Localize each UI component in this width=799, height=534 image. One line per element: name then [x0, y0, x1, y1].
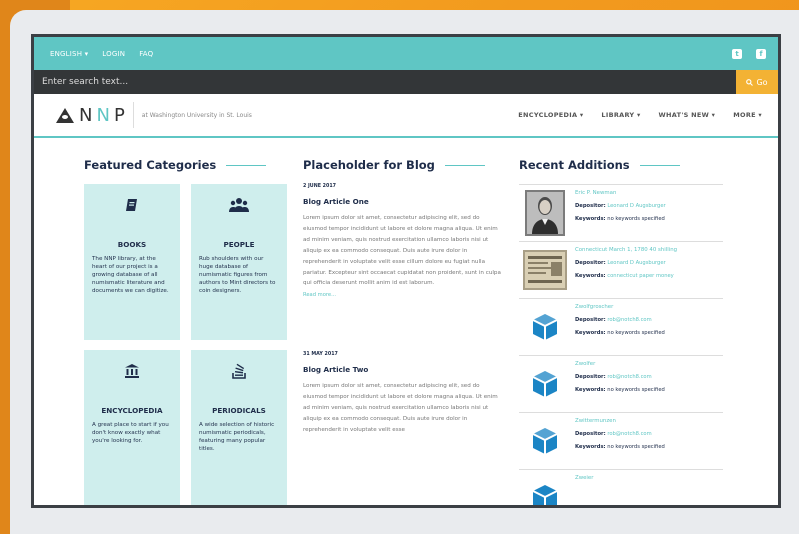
- login-link[interactable]: LOGIN: [102, 50, 125, 58]
- list-item[interactable]: Zwittermunzen Depositor: rob@notch8.com …: [519, 413, 723, 470]
- search-bar: Go: [34, 70, 778, 94]
- people-icon: [199, 194, 279, 216]
- blog-excerpt: Lorem ipsum dolor sit amet, consectetur …: [303, 383, 498, 433]
- logo-letter-n2: N: [96, 104, 114, 126]
- nav-more[interactable]: MORE ▾: [733, 111, 762, 119]
- depositor-link[interactable]: Leonard D Augsburger: [607, 203, 665, 209]
- blog-excerpt: Lorem ipsum dolor sit amet, consectetur …: [303, 215, 501, 287]
- twitter-icon[interactable]: t: [732, 48, 742, 59]
- item-title-link[interactable]: Eric P. Newman: [575, 190, 666, 196]
- box-icon[interactable]: [523, 304, 567, 350]
- item-title-link[interactable]: Zwittermunzen: [575, 418, 665, 424]
- blog-date: 2 JUNE 2017: [303, 184, 336, 189]
- recent-additions: Recent Additions Eric P. Newman Deposito…: [519, 158, 723, 505]
- list-item[interactable]: Zweier: [519, 470, 723, 505]
- site-header: NNP at Washington University in St. Loui…: [34, 94, 778, 138]
- keywords-value: no keywords specified: [607, 216, 665, 222]
- logo-letter-p: P: [113, 104, 129, 126]
- nav-whats-new[interactable]: WHAT'S NEW ▾: [659, 111, 716, 119]
- featured-categories: Featured Categories BOOKS The NNP librar…: [84, 158, 303, 505]
- depositor-link[interactable]: rob@notch8.com: [607, 317, 651, 323]
- category-people[interactable]: PEOPLE Rub shoulders with our huge datab…: [191, 184, 287, 340]
- search-icon: [746, 78, 754, 86]
- depositor-link[interactable]: Leonard D Augsburger: [607, 260, 665, 266]
- portrait-thumbnail[interactable]: [523, 190, 567, 236]
- keywords-value: no keywords specified: [607, 387, 665, 393]
- faq-link[interactable]: FAQ: [139, 50, 153, 58]
- search-go-label: Go: [756, 77, 768, 87]
- category-encyclopedia[interactable]: ENCYCLOPEDIA A great place to start if y…: [84, 350, 180, 505]
- logo-divider: [132, 102, 134, 128]
- logo-letter-n1: N: [79, 104, 97, 126]
- logo-text: NNP: [79, 105, 129, 126]
- eye-triangle-icon: [56, 107, 74, 123]
- nav-encyclopedia[interactable]: ENCYCLOPEDIA ▾: [518, 111, 583, 119]
- recent-heading: Recent Additions: [519, 158, 723, 172]
- institution-icon: [92, 360, 172, 382]
- top-bar: ENGLISH ▾ LOGIN FAQ t f: [34, 37, 778, 70]
- blog-post: 2 JUNE 2017 Blog Article One Lorem ipsum…: [303, 184, 519, 298]
- language-dropdown[interactable]: ENGLISH ▾: [50, 50, 88, 58]
- box-icon[interactable]: [523, 361, 567, 407]
- recent-list: Eric P. Newman Depositor: Leonard D Augs…: [519, 184, 723, 505]
- item-title-link[interactable]: Connecticut March 1, 1780 40 shilling: [575, 247, 677, 253]
- blog-title-link[interactable]: Blog Article One: [303, 197, 519, 206]
- list-item[interactable]: Connecticut March 1, 1780 40 shilling De…: [519, 242, 723, 299]
- list-item[interactable]: Zwolfer Depositor: rob@notch8.com Keywor…: [519, 356, 723, 413]
- facebook-icon[interactable]: f: [756, 48, 766, 59]
- box-icon[interactable]: [523, 418, 567, 464]
- list-item[interactable]: Eric P. Newman Depositor: Leonard D Augs…: [519, 185, 723, 242]
- logo-subtitle: at Washington University in St. Louis: [141, 111, 252, 119]
- read-more-link[interactable]: Read more...: [303, 292, 519, 298]
- blog-date: 31 MAY 2017: [303, 352, 338, 358]
- nav-library[interactable]: LIBRARY ▾: [601, 111, 640, 119]
- depositor-link[interactable]: rob@notch8.com: [607, 431, 651, 437]
- blog-post: 31 MAY 2017 Blog Article Two Lorem ipsum…: [303, 352, 519, 436]
- keywords-value: no keywords specified: [607, 444, 665, 450]
- blog-section: Placeholder for Blog 2 JUNE 2017 Blog Ar…: [303, 158, 519, 505]
- category-books[interactable]: BOOKS The NNP library, at the heart of o…: [84, 184, 180, 340]
- box-icon[interactable]: [523, 475, 567, 505]
- browser-frame: ENGLISH ▾ LOGIN FAQ t f Go NNP at Washin…: [31, 34, 781, 508]
- site-logo[interactable]: NNP at Washington University in St. Loui…: [56, 102, 252, 128]
- blog-title-link[interactable]: Blog Article Two: [303, 365, 519, 374]
- item-title-link[interactable]: Zweier: [575, 475, 593, 481]
- keywords-link[interactable]: connecticut paper money: [607, 273, 673, 279]
- search-input[interactable]: [34, 70, 736, 94]
- stack-icon: [199, 360, 279, 382]
- category-periodicals[interactable]: PERIODICALS A wide selection of historic…: [191, 350, 287, 505]
- item-title-link[interactable]: Zwolfgroscher: [575, 304, 665, 310]
- blog-heading: Placeholder for Blog: [303, 158, 519, 172]
- item-title-link[interactable]: Zwolfer: [575, 361, 665, 367]
- search-go-button[interactable]: Go: [736, 70, 778, 94]
- list-item[interactable]: Zwolfgroscher Depositor: rob@notch8.com …: [519, 299, 723, 356]
- book-icon: [92, 194, 172, 216]
- depositor-link[interactable]: rob@notch8.com: [607, 374, 651, 380]
- main-nav: ENCYCLOPEDIA ▾ LIBRARY ▾ WHAT'S NEW ▾ MO…: [518, 111, 762, 119]
- featured-heading: Featured Categories: [84, 158, 303, 172]
- keywords-value: no keywords specified: [607, 330, 665, 336]
- paper-money-thumbnail[interactable]: [523, 247, 567, 293]
- website-screen: ENGLISH ▾ LOGIN FAQ t f Go NNP at Washin…: [34, 37, 778, 505]
- content-columns: Featured Categories BOOKS The NNP librar…: [34, 138, 778, 505]
